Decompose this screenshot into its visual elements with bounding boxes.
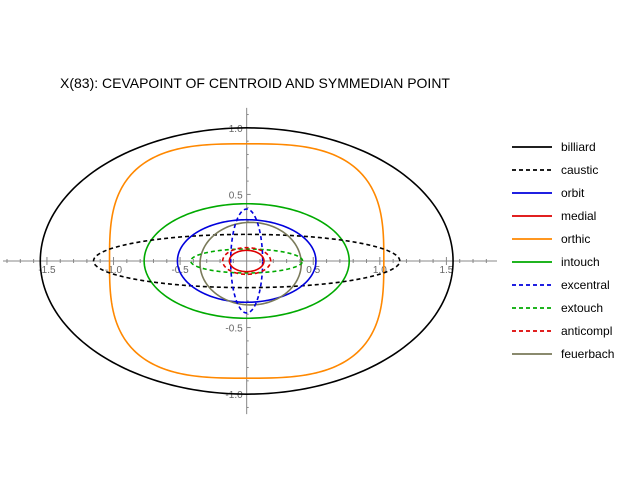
chart: X(83): CEVAPOINT OF CENTROID AND SYMMEDI… [3,75,614,415]
legend-label-billiard: billiard [561,140,596,154]
legend-label-orbit: orbit [561,186,585,200]
legend-label-extouch: extouch [561,301,603,315]
chart-title: X(83): CEVAPOINT OF CENTROID AND SYMMEDI… [60,75,450,91]
y-tick-label: 0.5 [229,190,243,201]
y-tick-label: 1.0 [229,124,243,135]
legend-label-medial: medial [561,209,596,223]
legend: billiard caustic orbit medial orthic intouch e… [512,140,614,361]
legend-label-caustic: caustic [561,163,598,177]
legend-label-anticompl: anticompl [561,324,612,338]
y-tick-label: -0.5 [225,324,243,335]
legend-label-excentral: excentral [561,278,610,292]
y-tick-label: -1.0 [225,390,243,401]
legend-label-feuerbach: feuerbach [561,347,614,361]
legend-label-orthic: orthic [561,232,590,246]
legend-label-intouch: intouch [561,255,600,269]
axes: -1.5 -1.0 -0.5 0.5 1.0 1.51.00.5-0.5-1.0 [3,107,497,415]
